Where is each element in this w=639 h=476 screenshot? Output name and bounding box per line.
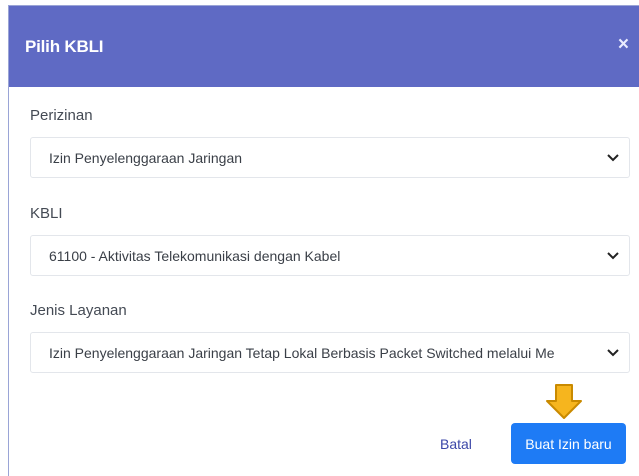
perizinan-select[interactable]: Izin Penyelenggaraan Jaringan xyxy=(30,137,630,178)
modal-header: Pilih KBLI × xyxy=(9,6,639,87)
chevron-down-icon xyxy=(607,154,619,162)
kbli-label: KBLI xyxy=(30,205,63,222)
pilih-kbli-modal: Pilih KBLI × Perizinan Izin Penyelenggar… xyxy=(8,5,639,476)
modal-title: Pilih KBLI xyxy=(25,37,104,56)
kbli-select[interactable]: 61100 - Aktivitas Telekomunikasi dengan … xyxy=(30,235,630,276)
jenis-layanan-value: Izin Penyelenggaraan Jaringan Tetap Loka… xyxy=(49,345,555,361)
chevron-down-icon xyxy=(607,252,619,260)
arrow-down-icon xyxy=(546,384,582,419)
perizinan-value: Izin Penyelenggaraan Jaringan xyxy=(49,150,243,166)
chevron-down-icon xyxy=(607,349,619,357)
kbli-value: 61100 - Aktivitas Telekomunikasi dengan … xyxy=(49,248,341,264)
jenis-layanan-select[interactable]: Izin Penyelenggaraan Jaringan Tetap Loka… xyxy=(30,332,630,373)
jenis-layanan-label: Jenis Layanan xyxy=(30,302,127,319)
create-new-permit-button[interactable]: Buat Izin baru xyxy=(511,423,626,464)
perizinan-label: Perizinan xyxy=(30,107,93,124)
cancel-button[interactable]: Batal xyxy=(440,436,472,452)
close-icon[interactable]: × xyxy=(618,34,629,56)
